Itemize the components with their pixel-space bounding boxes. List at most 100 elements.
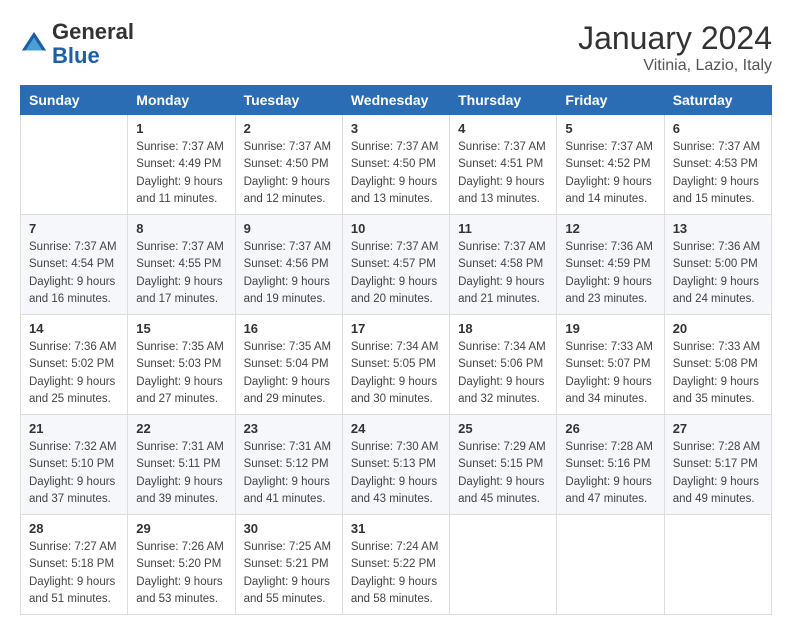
day-cell: 21Sunrise: 7:32 AMSunset: 5:10 PMDayligh… <box>21 415 128 515</box>
day-info: Sunrise: 7:37 AMSunset: 4:50 PMDaylight:… <box>244 139 334 208</box>
day-cell: 14Sunrise: 7:36 AMSunset: 5:02 PMDayligh… <box>21 315 128 415</box>
day-cell: 31 Sunrise: 7:24 AMSunset: 5:22 PMDayligh… <box>342 515 449 615</box>
day-info: Sunrise: 7:37 AMSunset: 4:50 PMDaylight:… <box>351 139 441 208</box>
day-number: 31 <box>351 521 441 536</box>
day-info: Sunrise: 7:37 AMSunset: 4:49 PMDaylight:… <box>136 139 226 208</box>
day-info: Sunrise: 7:35 AMSunset: 5:04 PMDaylight:… <box>244 339 334 408</box>
day-cell <box>21 115 128 215</box>
day-number: 15 <box>136 321 226 336</box>
header-saturday: Saturday <box>664 86 771 115</box>
day-info: Sunrise: 7:28 AMSunset: 5:17 PMDaylight:… <box>673 439 763 508</box>
day-number: 4 <box>458 121 548 136</box>
day-cell: 22Sunrise: 7:31 AMSunset: 5:11 PMDayligh… <box>128 415 235 515</box>
logo: General Blue <box>20 20 134 68</box>
day-number: 9 <box>244 221 334 236</box>
calendar-header-row: SundayMondayTuesdayWednesdayThursdayFrid… <box>21 86 772 115</box>
header-monday: Monday <box>128 86 235 115</box>
day-number: 21 <box>29 421 119 436</box>
day-number: 2 <box>244 121 334 136</box>
day-number: 30 <box>244 521 334 536</box>
day-cell: 23 Sunrise: 7:31 AMSunset: 5:12 PMDayligh… <box>235 415 342 515</box>
week-row-1: 7Sunrise: 7:37 AMSunset: 4:54 PMDaylight… <box>21 215 772 315</box>
day-info: Sunrise: 7:35 AMSunset: 5:03 PMDaylight:… <box>136 339 226 408</box>
day-number: 25 <box>458 421 548 436</box>
day-info: Sunrise: 7:34 AMSunset: 5:06 PMDaylight:… <box>458 339 548 408</box>
day-cell: 27 Sunrise: 7:28 AMSunset: 5:17 PMDayligh… <box>664 415 771 515</box>
day-number: 8 <box>136 221 226 236</box>
day-number: 12 <box>565 221 655 236</box>
logo-text: General Blue <box>52 20 134 68</box>
day-info: Sunrise: 7:31 AMSunset: 5:12 PMDaylight:… <box>244 439 334 508</box>
day-info: Sunrise: 7:28 AMSunset: 5:16 PMDaylight:… <box>565 439 655 508</box>
day-info: Sunrise: 7:25 AMSunset: 5:21 PMDaylight:… <box>244 539 334 608</box>
day-cell <box>557 515 664 615</box>
day-number: 17 <box>351 321 441 336</box>
day-number: 24 <box>351 421 441 436</box>
day-cell: 26Sunrise: 7:28 AMSunset: 5:16 PMDayligh… <box>557 415 664 515</box>
location-title: Vitinia, Lazio, Italy <box>578 57 772 75</box>
header-tuesday: Tuesday <box>235 86 342 115</box>
day-info: Sunrise: 7:31 AMSunset: 5:11 PMDaylight:… <box>136 439 226 508</box>
day-cell: 25Sunrise: 7:29 AMSunset: 5:15 PMDayligh… <box>450 415 557 515</box>
week-row-3: 21Sunrise: 7:32 AMSunset: 5:10 PMDayligh… <box>21 415 772 515</box>
page-header: General Blue January 2024 Vitinia, Lazio… <box>20 20 772 75</box>
day-info: Sunrise: 7:37 AMSunset: 4:51 PMDaylight:… <box>458 139 548 208</box>
day-number: 16 <box>244 321 334 336</box>
day-number: 27 <box>673 421 763 436</box>
day-info: Sunrise: 7:33 AMSunset: 5:07 PMDaylight:… <box>565 339 655 408</box>
calendar-table: SundayMondayTuesdayWednesdayThursdayFrid… <box>20 85 772 615</box>
day-cell: 24 Sunrise: 7:30 AMSunset: 5:13 PMDayligh… <box>342 415 449 515</box>
day-cell <box>664 515 771 615</box>
day-number: 11 <box>458 221 548 236</box>
day-info: Sunrise: 7:36 AMSunset: 4:59 PMDaylight:… <box>565 239 655 308</box>
header-sunday: Sunday <box>21 86 128 115</box>
day-cell: 7Sunrise: 7:37 AMSunset: 4:54 PMDaylight… <box>21 215 128 315</box>
day-cell: 2 Sunrise: 7:37 AMSunset: 4:50 PMDaylight… <box>235 115 342 215</box>
day-number: 23 <box>244 421 334 436</box>
day-cell: 1 Sunrise: 7:37 AMSunset: 4:49 PMDaylight… <box>128 115 235 215</box>
day-info: Sunrise: 7:37 AMSunset: 4:53 PMDaylight:… <box>673 139 763 208</box>
day-cell: 9 Sunrise: 7:37 AMSunset: 4:56 PMDaylight… <box>235 215 342 315</box>
day-cell <box>450 515 557 615</box>
logo-general: General <box>52 19 134 44</box>
day-info: Sunrise: 7:34 AMSunset: 5:05 PMDaylight:… <box>351 339 441 408</box>
day-info: Sunrise: 7:37 AMSunset: 4:54 PMDaylight:… <box>29 239 119 308</box>
day-info: Sunrise: 7:30 AMSunset: 5:13 PMDaylight:… <box>351 439 441 508</box>
day-cell: 15 Sunrise: 7:35 AMSunset: 5:03 PMDayligh… <box>128 315 235 415</box>
day-cell: 20Sunrise: 7:33 AMSunset: 5:08 PMDayligh… <box>664 315 771 415</box>
day-cell: 4 Sunrise: 7:37 AMSunset: 4:51 PMDaylight… <box>450 115 557 215</box>
week-row-2: 14Sunrise: 7:36 AMSunset: 5:02 PMDayligh… <box>21 315 772 415</box>
day-cell: 30 Sunrise: 7:25 AMSunset: 5:21 PMDayligh… <box>235 515 342 615</box>
day-cell: 8 Sunrise: 7:37 AMSunset: 4:55 PMDaylight… <box>128 215 235 315</box>
day-cell: 3 Sunrise: 7:37 AMSunset: 4:50 PMDaylight… <box>342 115 449 215</box>
day-cell: 13 Sunrise: 7:36 AMSunset: 5:00 PMDayligh… <box>664 215 771 315</box>
day-number: 13 <box>673 221 763 236</box>
day-number: 5 <box>565 121 655 136</box>
title-block: January 2024 Vitinia, Lazio, Italy <box>578 20 772 75</box>
day-info: Sunrise: 7:36 AMSunset: 5:00 PMDaylight:… <box>673 239 763 308</box>
week-row-4: 28Sunrise: 7:27 AMSunset: 5:18 PMDayligh… <box>21 515 772 615</box>
day-number: 10 <box>351 221 441 236</box>
day-info: Sunrise: 7:24 AMSunset: 5:22 PMDaylight:… <box>351 539 441 608</box>
day-info: Sunrise: 7:27 AMSunset: 5:18 PMDaylight:… <box>29 539 119 608</box>
day-number: 3 <box>351 121 441 136</box>
day-info: Sunrise: 7:37 AMSunset: 4:56 PMDaylight:… <box>244 239 334 308</box>
day-cell: 28Sunrise: 7:27 AMSunset: 5:18 PMDayligh… <box>21 515 128 615</box>
day-cell: 17 Sunrise: 7:34 AMSunset: 5:05 PMDayligh… <box>342 315 449 415</box>
logo-icon <box>20 30 48 58</box>
day-cell: 11 Sunrise: 7:37 AMSunset: 4:58 PMDayligh… <box>450 215 557 315</box>
week-row-0: 1 Sunrise: 7:37 AMSunset: 4:49 PMDaylight… <box>21 115 772 215</box>
day-info: Sunrise: 7:37 AMSunset: 4:57 PMDaylight:… <box>351 239 441 308</box>
day-number: 29 <box>136 521 226 536</box>
day-cell: 5 Sunrise: 7:37 AMSunset: 4:52 PMDaylight… <box>557 115 664 215</box>
day-info: Sunrise: 7:37 AMSunset: 4:58 PMDaylight:… <box>458 239 548 308</box>
day-number: 1 <box>136 121 226 136</box>
day-info: Sunrise: 7:37 AMSunset: 4:55 PMDaylight:… <box>136 239 226 308</box>
day-info: Sunrise: 7:37 AMSunset: 4:52 PMDaylight:… <box>565 139 655 208</box>
day-number: 20 <box>673 321 763 336</box>
logo-blue: Blue <box>52 43 100 68</box>
day-info: Sunrise: 7:26 AMSunset: 5:20 PMDaylight:… <box>136 539 226 608</box>
day-cell: 10 Sunrise: 7:37 AMSunset: 4:57 PMDayligh… <box>342 215 449 315</box>
day-cell: 12 Sunrise: 7:36 AMSunset: 4:59 PMDayligh… <box>557 215 664 315</box>
header-friday: Friday <box>557 86 664 115</box>
